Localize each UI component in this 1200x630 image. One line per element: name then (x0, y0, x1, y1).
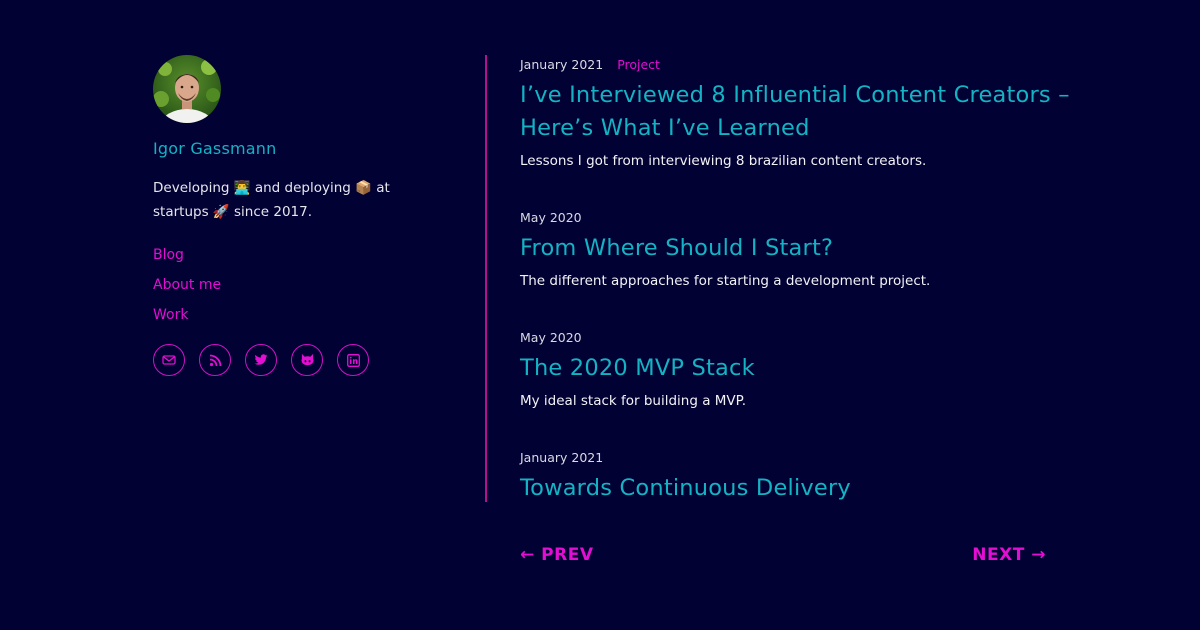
mail-link[interactable] (153, 344, 185, 376)
twitter-link[interactable] (245, 344, 277, 376)
post-item: January 2021 Project I’ve Interviewed 8 … (520, 55, 1080, 171)
mail-icon (162, 355, 176, 365)
linkedin-icon (346, 353, 360, 367)
bio-text: and deploying (250, 180, 356, 196)
post-date: January 2021 (520, 57, 604, 72)
post-item: January 2021 Towards Continuous Delivery (520, 448, 1080, 505)
post-title[interactable]: Towards Continuous Delivery (520, 472, 1080, 505)
post-title[interactable]: From Where Should I Start? (520, 232, 1080, 265)
vertical-divider (485, 55, 487, 502)
nav-link-blog[interactable]: Blog (153, 240, 453, 270)
avatar (153, 55, 221, 123)
post-meta: May 2020 (520, 208, 1080, 228)
post-description: My ideal stack for building a MVP. (520, 393, 746, 409)
nav-link-work[interactable]: Work (153, 300, 453, 330)
pagination: ← PREV NEXT → (520, 545, 1046, 565)
post-meta: January 2021 Project (520, 55, 1080, 75)
post-date: January 2021 (520, 450, 604, 465)
main-nav: Blog About me Work (153, 240, 453, 330)
post-item: May 2020 From Where Should I Start? The … (520, 208, 1080, 291)
prev-page-button[interactable]: ← PREV (520, 545, 593, 565)
post-title[interactable]: I’ve Interviewed 8 Influential Content C… (520, 79, 1080, 145)
bio-text: since 2017. (229, 204, 313, 220)
linkedin-link[interactable] (337, 344, 369, 376)
github-icon (300, 353, 314, 366)
post-description: The different approaches for starting a … (520, 273, 931, 289)
technologist-emoji: 👨‍💻 (233, 180, 251, 196)
post-date: May 2020 (520, 210, 582, 225)
next-page-button[interactable]: NEXT → (972, 545, 1046, 565)
sidebar: Igor Gassmann Developing 👨‍💻 and deployi… (153, 55, 453, 376)
author-bio: Developing 👨‍💻 and deploying 📦 at startu… (153, 176, 413, 224)
github-link[interactable] (291, 344, 323, 376)
post-item: May 2020 The 2020 MVP Stack My ideal sta… (520, 328, 1080, 411)
twitter-icon (254, 354, 268, 365)
rss-link[interactable] (199, 344, 231, 376)
rocket-emoji: 🚀 (212, 204, 230, 220)
author-name[interactable]: Igor Gassmann (153, 139, 453, 158)
post-title[interactable]: The 2020 MVP Stack (520, 352, 1080, 385)
page: Igor Gassmann Developing 👨‍💻 and deployi… (0, 0, 1200, 630)
package-emoji: 📦 (355, 180, 372, 196)
post-meta: May 2020 (520, 328, 1080, 348)
bio-text: Developing (153, 180, 234, 196)
nav-link-about-me[interactable]: About me (153, 270, 453, 300)
post-date: May 2020 (520, 330, 582, 345)
post-tag[interactable]: Project (617, 55, 660, 75)
rss-icon (209, 354, 221, 366)
post-description: Lessons I got from interviewing 8 brazil… (520, 153, 927, 169)
social-links (153, 344, 453, 376)
post-meta: January 2021 (520, 448, 1080, 468)
